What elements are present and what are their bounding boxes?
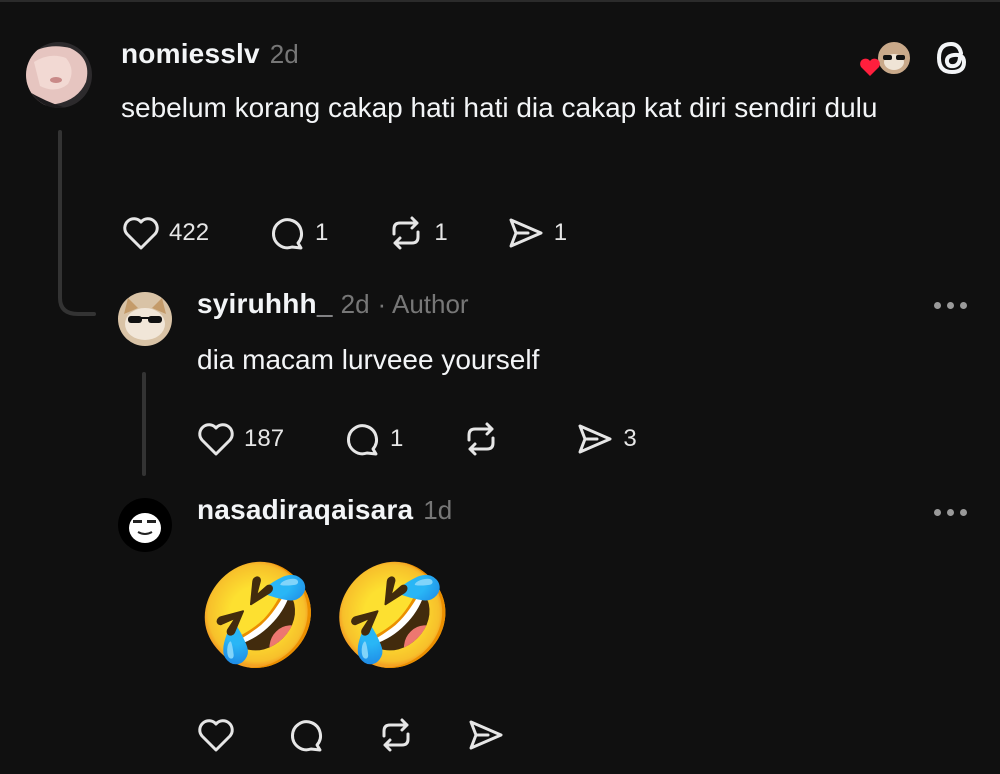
send-icon bbox=[509, 218, 543, 248]
heart-icon bbox=[123, 217, 159, 250]
reply1-author-avatar[interactable] bbox=[118, 292, 172, 346]
top-divider bbox=[0, 0, 1000, 2]
reply2-text: 🤣🤣 bbox=[196, 560, 466, 672]
post-timestamp: 2d bbox=[269, 39, 299, 69]
reply1-author-badge: · Author bbox=[377, 289, 469, 319]
reply2-like-button[interactable] bbox=[196, 716, 236, 754]
comment-icon bbox=[272, 218, 304, 250]
threads-logo-icon[interactable] bbox=[932, 38, 972, 78]
post-repost-button[interactable]: 1 bbox=[386, 214, 448, 252]
post-repost-count: 1 bbox=[434, 219, 448, 246]
reply1-share-count: 3 bbox=[623, 425, 637, 452]
reply1-share-button[interactable]: 3 bbox=[575, 420, 637, 458]
post-author-avatar[interactable] bbox=[26, 42, 92, 108]
send-icon bbox=[469, 720, 503, 750]
repost-icon bbox=[392, 216, 420, 250]
post-share-count: 1 bbox=[553, 219, 568, 246]
liked-by-badge[interactable] bbox=[856, 40, 914, 80]
post-username[interactable]: nomiesslv bbox=[121, 38, 260, 70]
reply1-like-button[interactable]: 187 bbox=[196, 420, 284, 458]
dot bbox=[960, 509, 967, 516]
dot bbox=[934, 302, 941, 309]
comment-icon bbox=[291, 720, 322, 752]
dot bbox=[934, 509, 941, 516]
repost-icon bbox=[467, 422, 495, 456]
reply1-reply-count: 1 bbox=[390, 425, 404, 452]
reply2-repost-button[interactable] bbox=[376, 716, 416, 754]
repost-icon bbox=[382, 718, 410, 752]
reply1-repost-button[interactable] bbox=[461, 420, 501, 458]
post-reply-count: 1 bbox=[315, 219, 329, 246]
post-text: sebelum korang cakap hati hati dia cakap… bbox=[121, 92, 878, 123]
reply1-text: dia macam lurveee yourself bbox=[197, 344, 540, 375]
dot bbox=[947, 509, 954, 516]
send-icon bbox=[578, 424, 612, 454]
reply2-reply-button[interactable] bbox=[286, 716, 326, 754]
comment-icon bbox=[347, 424, 379, 456]
post-like-count: 422 bbox=[169, 219, 210, 246]
reply2-timestamp: 1d bbox=[423, 495, 453, 525]
heart-icon bbox=[198, 719, 234, 752]
dot bbox=[960, 302, 967, 309]
thread-line bbox=[58, 130, 62, 298]
post-reply-button[interactable]: 1 bbox=[267, 214, 328, 252]
reply1-like-count: 187 bbox=[244, 425, 285, 452]
reply2-share-button[interactable] bbox=[466, 716, 506, 754]
post-share-button[interactable]: 1 bbox=[506, 214, 567, 252]
post-like-button[interactable]: 422 bbox=[121, 214, 209, 252]
thread-curve bbox=[58, 286, 96, 316]
reply1-timestamp: 2d bbox=[340, 289, 370, 319]
reply1-reply-button[interactable]: 1 bbox=[342, 420, 403, 458]
reply2-author-avatar[interactable] bbox=[118, 498, 172, 552]
reply1-username[interactable]: syiruhhh_ bbox=[197, 288, 333, 320]
dot bbox=[947, 302, 954, 309]
heart-icon bbox=[198, 423, 234, 456]
reply2-username[interactable]: nasadiraqaisara bbox=[197, 494, 413, 526]
reply1-thread-line bbox=[142, 372, 146, 476]
reply2-more-button[interactable] bbox=[934, 509, 967, 516]
reply1-more-button[interactable] bbox=[934, 302, 967, 309]
